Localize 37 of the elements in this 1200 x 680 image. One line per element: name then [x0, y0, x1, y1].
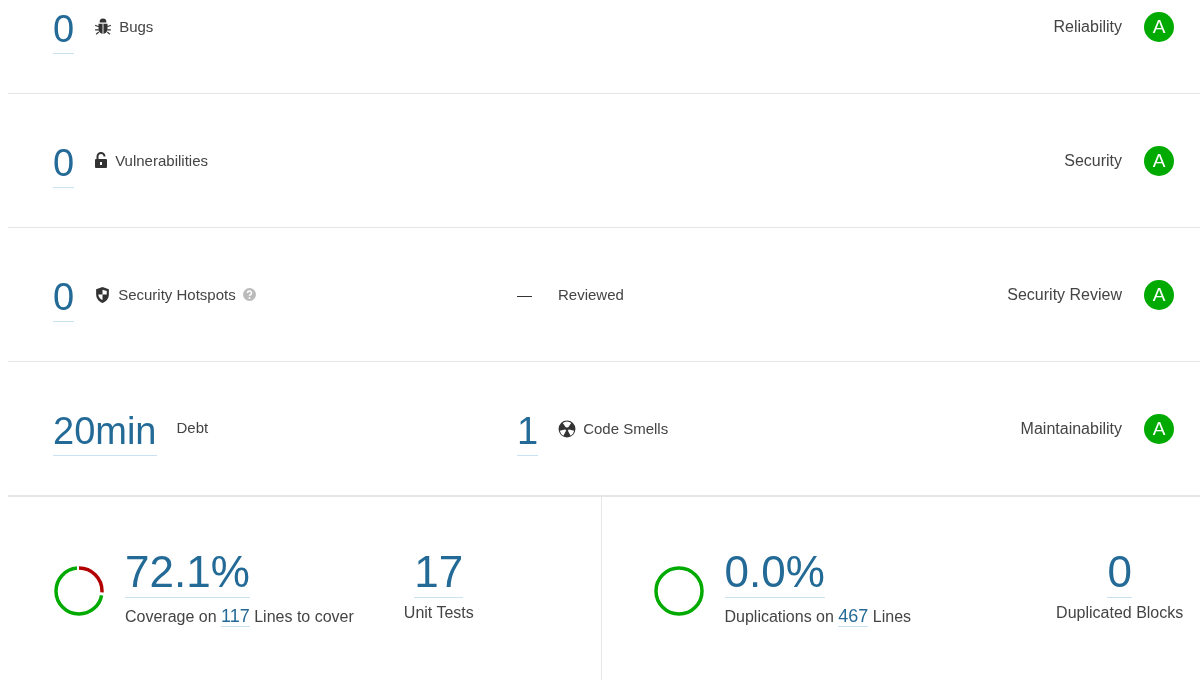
radiation-icon	[558, 419, 577, 438]
rating-label: Security	[1064, 151, 1122, 170]
dash-mark: —	[517, 286, 533, 303]
measure-label: Coverage on 117 Lines to cover	[125, 606, 354, 627]
measure-label: Bugs	[119, 18, 154, 35]
measure-link[interactable]: 0	[53, 277, 75, 322]
measure-label: Unit Tests	[403, 604, 474, 622]
measure-label: Debt	[176, 419, 209, 436]
measure-link[interactable]: 20min	[53, 411, 157, 456]
measure-link[interactable]: 1	[517, 411, 539, 456]
bug-icon	[94, 17, 113, 36]
measure-link[interactable]: 17	[414, 549, 464, 598]
unlocked-padlock-icon	[94, 152, 109, 169]
donut-chart	[53, 565, 105, 617]
measure-link[interactable]: 72.1%	[125, 549, 250, 598]
rating-label: Reliability	[1053, 17, 1122, 36]
rating-badge[interactable]: A	[1144, 11, 1174, 42]
measure-link[interactable]: 0	[1107, 549, 1132, 598]
measure-link[interactable]: 0.0%	[724, 549, 825, 598]
rating-label: Maintainability	[1020, 419, 1122, 438]
lines-link[interactable]: 467	[838, 606, 869, 627]
measure-link[interactable]: 0	[53, 9, 75, 54]
rating-badge[interactable]: A	[1144, 413, 1174, 444]
rating-badge[interactable]: A	[1144, 145, 1174, 176]
rating-label: Security Review	[1007, 285, 1122, 304]
rating-badge[interactable]: A	[1144, 279, 1174, 310]
measure-label: Reviewed	[558, 286, 624, 303]
measure-label: Security Hotspots	[118, 286, 236, 303]
measure-label: Vulnerabilities	[115, 152, 208, 169]
help-icon[interactable]	[242, 288, 256, 301]
measure-link[interactable]: 0	[53, 143, 75, 188]
shield-icon	[94, 285, 112, 304]
lines-link[interactable]: 117	[221, 606, 250, 627]
measure-label: Duplications on 467 Lines	[724, 606, 912, 627]
donut-chart	[652, 565, 705, 617]
measure-label: Duplicated Blocks	[1056, 604, 1184, 622]
measure-label: Code Smells	[583, 420, 669, 437]
